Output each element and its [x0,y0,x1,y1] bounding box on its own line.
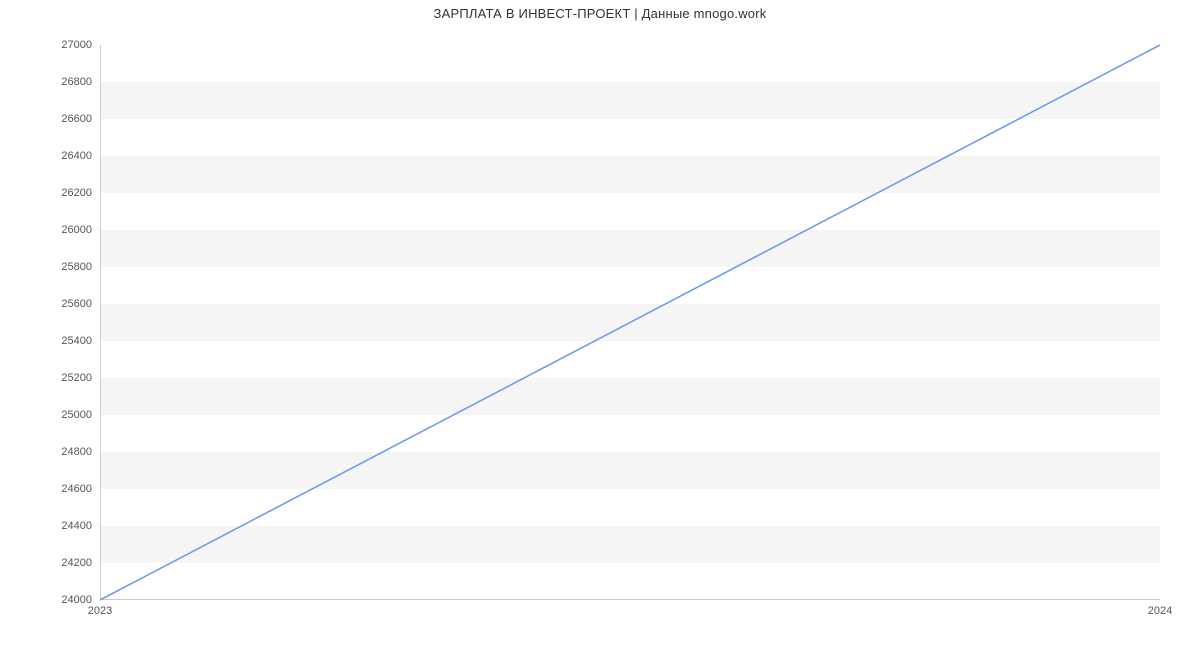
y-tick-label: 26600 [12,113,92,125]
y-tick-label: 24400 [12,520,92,532]
y-tick-label: 24000 [12,594,92,606]
x-tick-label: 2024 [1148,605,1172,617]
y-tick-label: 25600 [12,298,92,310]
y-tick-label: 25800 [12,261,92,273]
y-tick-label: 26200 [12,187,92,199]
x-tick-label: 2023 [88,605,112,617]
y-tick-label: 26400 [12,150,92,162]
y-tick-label: 24600 [12,483,92,495]
y-tick-label: 25200 [12,372,92,384]
y-tick-label: 27000 [12,39,92,51]
y-tick-label: 26800 [12,76,92,88]
y-tick-label: 26000 [12,224,92,236]
line-layer [100,45,1160,600]
y-tick-label: 25400 [12,335,92,347]
y-tick-label: 24800 [12,446,92,458]
chart-container: ЗАРПЛАТА В ИНВЕСТ-ПРОЕКТ | Данные mnogo.… [0,0,1200,650]
y-tick-label: 25000 [12,409,92,421]
plot-area [100,45,1160,600]
chart-title: ЗАРПЛАТА В ИНВЕСТ-ПРОЕКТ | Данные mnogo.… [0,6,1200,21]
series-line [100,45,1160,600]
y-tick-label: 24200 [12,557,92,569]
